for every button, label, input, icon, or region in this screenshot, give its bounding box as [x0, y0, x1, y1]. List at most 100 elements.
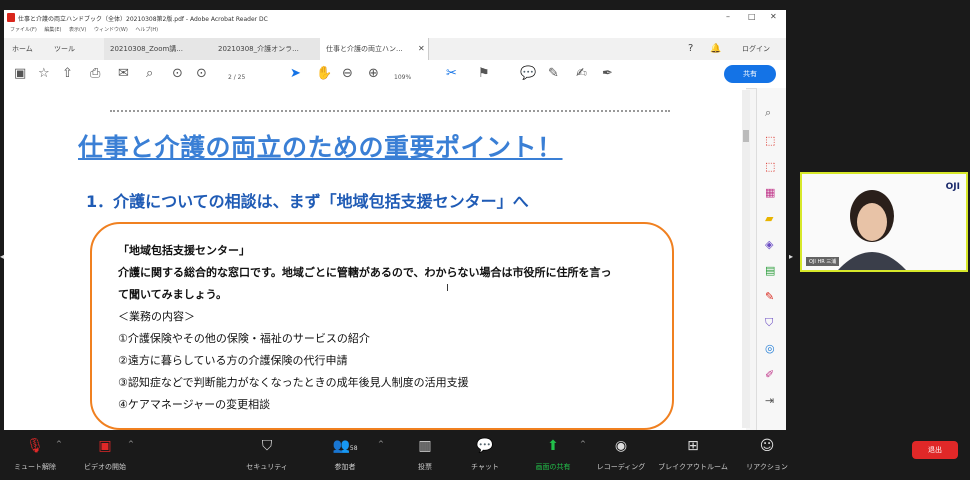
tab-doc-3[interactable]: 仕事と介護の両立ハン...: [320, 38, 429, 60]
star-icon[interactable]: ☆: [38, 66, 50, 82]
chat-button[interactable]: 💬 チャット: [450, 438, 520, 472]
participants-count: 58: [349, 445, 358, 452]
create-icon[interactable]: ▣: [14, 66, 26, 82]
leave-label: 退出: [928, 446, 942, 454]
right-arrow-icon[interactable]: ▸: [789, 252, 793, 261]
security-button[interactable]: ⛉ セキュリティ: [232, 438, 302, 472]
optimize-icon[interactable]: ◎: [765, 342, 775, 355]
chat-label: チャット: [471, 463, 499, 471]
zoom-control-bar: 🎙 ミュート解除 ^ ▣ ビデオの開始 ^ ⛉ セキュリティ 👥58 参加者 ^…: [0, 432, 970, 480]
participant-video[interactable]: OJI OJI HR 三浦: [800, 172, 968, 272]
toolbar: ▣ ☆ ⇧ ⎙ ✉ ⌕ ⊙ ⊙ 2 / 25 ➤ ✋ ⊖ ⊕ 109% ✂ ⚑ …: [4, 60, 786, 89]
box-line: ②遠方に暮らしている方の介護保険の代行申請: [118, 354, 348, 367]
minimize-icon[interactable]: –: [726, 12, 730, 21]
page-total: / 25: [233, 74, 246, 81]
help-icon[interactable]: ?: [688, 38, 693, 60]
breakout-icon: ⊞: [687, 438, 699, 454]
share-options-caret[interactable]: ^: [580, 440, 586, 448]
export-pdf-icon[interactable]: ⬚: [765, 134, 775, 147]
video-label: ビデオの開始: [84, 463, 126, 471]
company-logo: OJI: [945, 182, 960, 192]
page-down-icon[interactable]: ⊙: [196, 66, 207, 82]
chat-icon: 💬: [476, 438, 494, 454]
record-icon: ◉: [614, 438, 628, 454]
text-cursor-icon: I: [446, 283, 449, 294]
zoom-level[interactable]: 109%: [394, 70, 411, 86]
mute-label: ミュート解除: [14, 463, 56, 471]
crop-icon[interactable]: ✂: [446, 66, 457, 82]
video-options-caret[interactable]: ^: [128, 440, 134, 448]
menu-view[interactable]: 表示(V): [69, 27, 86, 33]
shield-icon: ⛉: [261, 438, 273, 454]
reactions-button[interactable]: ☺ リアクション: [732, 438, 802, 472]
zoom-tool-icon[interactable]: ⌕: [765, 106, 771, 120]
leave-button[interactable]: 退出: [912, 441, 958, 459]
highlight-icon[interactable]: ✍: [576, 66, 587, 82]
breakout-label: ブレイクアウトルーム: [658, 463, 728, 471]
scrollbar-thumb[interactable]: [743, 130, 749, 142]
page-number-field[interactable]: 2 / 25: [228, 70, 245, 86]
share-screen-label: 画面の共有: [535, 463, 571, 471]
pen-icon[interactable]: ✎: [548, 66, 559, 82]
menu-help[interactable]: ヘルプ(H): [135, 27, 158, 33]
menu-bar: ファイル(F) 編集(E) 表示(V) ウィンドウ(W) ヘルプ(H): [4, 26, 786, 38]
speaker-image: [802, 174, 966, 270]
more-tools-icon[interactable]: ⇥: [765, 394, 774, 407]
participants-label: 参加者: [334, 463, 356, 471]
organize-icon[interactable]: ▤: [765, 264, 775, 277]
fill-sign-icon[interactable]: ✎: [765, 290, 774, 303]
tools-sidebar: ⌕ ⬚ ⬚ ▦ ▰ ◈ ▤ ✎ ⛉ ◎ ✐ ⇥: [756, 88, 786, 430]
send-icon[interactable]: ✐: [765, 368, 774, 381]
box-line: 介護に関する総合的な窓口です。地域ごとに管轄があるので、わからない場合は市役所に…: [118, 266, 612, 279]
share-label: 共有: [743, 70, 757, 78]
combine-icon[interactable]: ◈: [765, 238, 773, 251]
menu-edit[interactable]: 編集(E): [44, 27, 61, 33]
tab-bar: ホーム ツール 20210308_Zoom講... 20210308_介護オンラ…: [4, 38, 786, 61]
login-link[interactable]: ログイン: [742, 38, 770, 60]
tab-home[interactable]: ホーム: [12, 38, 33, 60]
stamp-icon[interactable]: ⚑: [478, 66, 490, 82]
page-current: 2: [228, 74, 232, 81]
left-arrow-icon[interactable]: ◂: [0, 252, 4, 261]
tab-doc-2[interactable]: 20210308_介護オンラ...: [212, 38, 321, 60]
zoom-in-icon[interactable]: ⊕: [368, 66, 379, 82]
hand-icon[interactable]: ✋: [316, 66, 332, 82]
tab-doc-1[interactable]: 20210308_Zoom講...: [104, 38, 213, 60]
participants-caret[interactable]: ^: [378, 440, 384, 448]
zoom-out-icon[interactable]: ⊖: [342, 66, 353, 82]
protect-icon[interactable]: ⛉: [765, 316, 773, 330]
share-screen-icon: ⬆: [547, 438, 559, 454]
close-icon[interactable]: ✕: [770, 12, 777, 21]
tab-tools[interactable]: ツール: [54, 38, 75, 60]
box-line: ③認知症などで判断能力がなくなったときの成年後見人制度の活用支援: [118, 376, 469, 389]
page-heading: 仕事と介護の両立のための重要ポイント！: [78, 133, 563, 162]
print-icon[interactable]: ⎙: [90, 66, 100, 82]
page-up-icon[interactable]: ⊙: [172, 66, 183, 82]
mail-icon[interactable]: ✉: [118, 66, 129, 82]
comment-tool-icon[interactable]: ▰: [765, 212, 773, 225]
create-pdf-icon[interactable]: ⬚: [765, 160, 775, 173]
audio-options-caret[interactable]: ^: [56, 440, 62, 448]
box-line: ①介護保険やその他の保険・福祉のサービスの紹介: [118, 332, 370, 345]
acrobat-icon: [7, 13, 15, 22]
edit-pdf-icon[interactable]: ▦: [765, 186, 775, 199]
search-icon[interactable]: ⌕: [146, 66, 153, 82]
participants-icon: 👥58: [332, 438, 358, 454]
comment-icon[interactable]: 💬: [520, 66, 536, 82]
share-button[interactable]: 共有: [724, 65, 776, 83]
section-heading: 1．介護についての相談は、まず「地域包括支援センター」へ: [86, 192, 529, 211]
maximize-icon[interactable]: □: [748, 12, 756, 21]
reactions-icon: ☺: [759, 438, 775, 454]
select-cursor-icon[interactable]: ➤: [290, 66, 301, 82]
share-screen-button[interactable]: ⬆ 画面の共有: [518, 438, 588, 472]
upload-icon[interactable]: ⇧: [62, 66, 73, 82]
tab-close-icon[interactable]: ✕: [418, 38, 425, 60]
box-line: て聞いてみましょう。: [118, 288, 228, 301]
menu-window[interactable]: ウィンドウ(W): [94, 27, 128, 33]
breakout-button[interactable]: ⊞ ブレイクアウトルーム: [658, 438, 728, 472]
record-button[interactable]: ◉ レコーディング: [586, 438, 656, 472]
participants-button[interactable]: 👥58 参加者: [310, 438, 380, 472]
menu-file[interactable]: ファイル(F): [10, 27, 37, 33]
notification-bell-icon[interactable]: 🔔: [710, 38, 721, 60]
sign-icon[interactable]: ✒: [602, 66, 613, 82]
